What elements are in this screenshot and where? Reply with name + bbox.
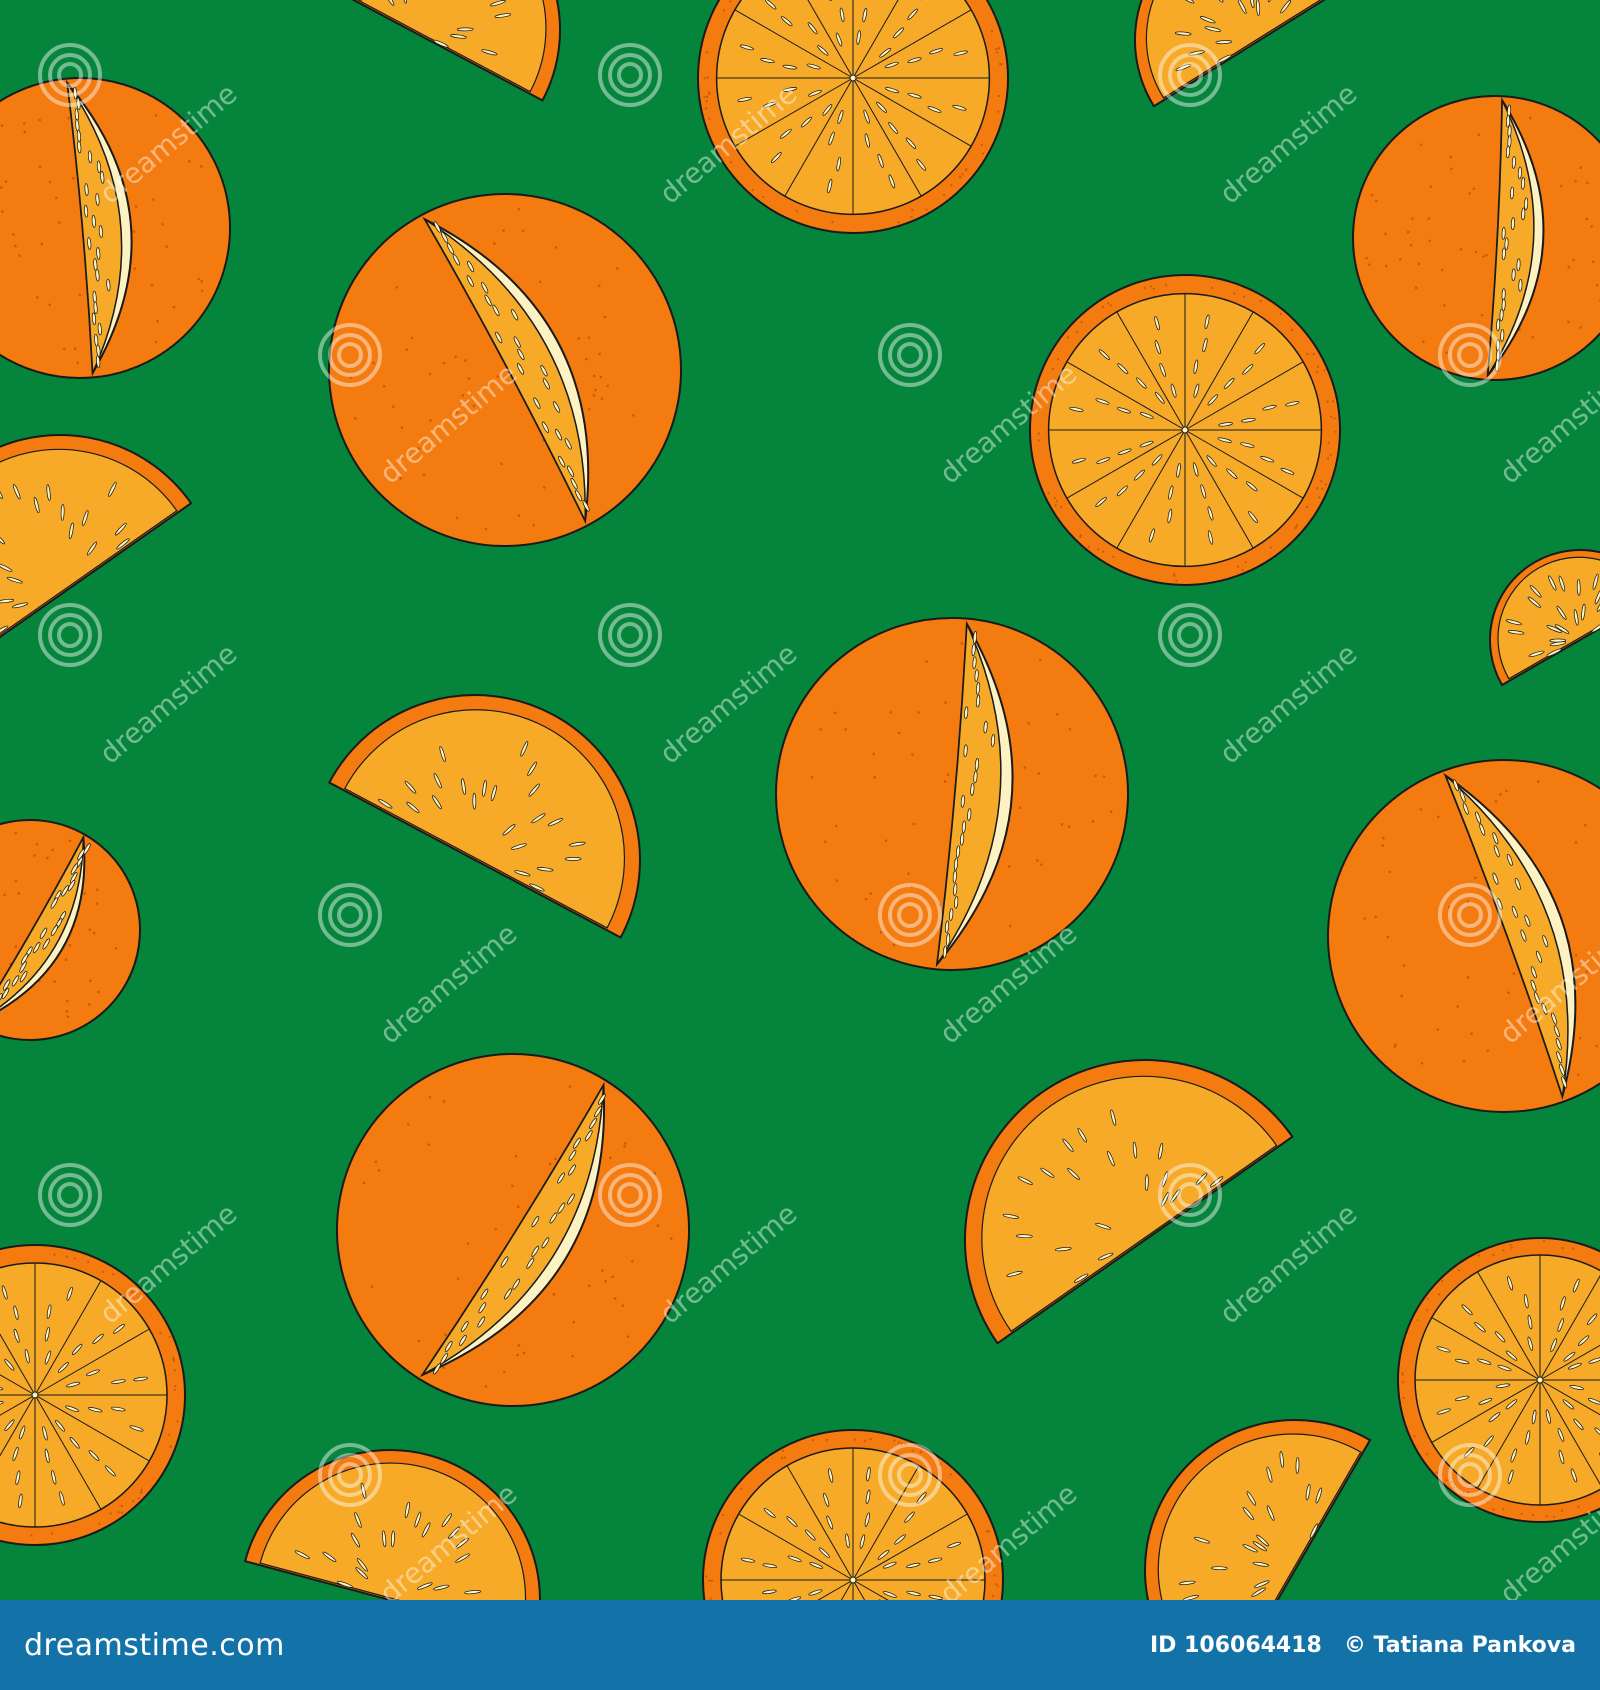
footer-brand: dreamstime.com [24,1627,285,1663]
stock-image: dreamstime dreamstime dreamstime dreamstime… [0,0,1600,1690]
footer-meta: ID 106064418 © Tatiana Pankova [1150,1633,1576,1658]
footer-image-id: ID 106064418 [1149,1632,1322,1658]
orange-pattern-illustration: dreamstimedreamstimedreamstimedreamstime… [0,0,1600,1600]
orange-slice [1029,274,1341,586]
footer-bar: dreamstime.com ID 106064418 © Tatiana Pa… [0,1600,1600,1690]
footer-author: © Tatiana Pankova [1343,1632,1576,1658]
